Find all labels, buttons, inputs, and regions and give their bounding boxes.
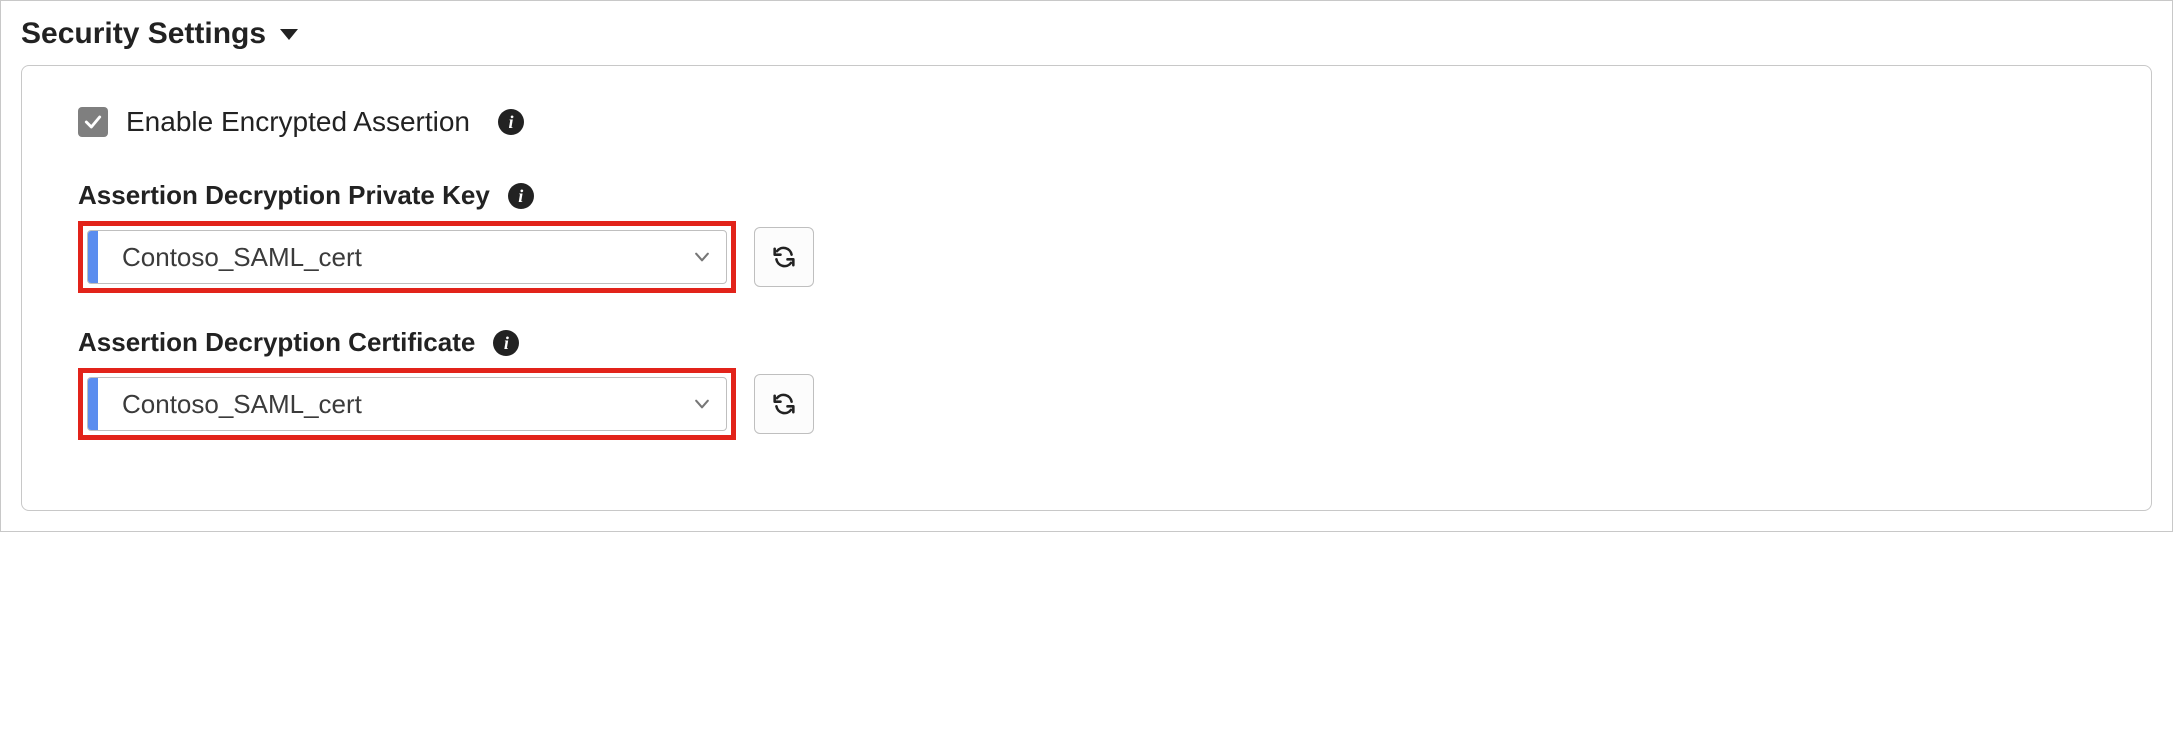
checkmark-icon [83,112,103,132]
certificate-label: Assertion Decryption Certificate [78,327,475,358]
highlight-box: Contoso_SAML_cert [78,221,736,293]
select-accent-bar [88,231,98,283]
certificate-field: Assertion Decryption Certificate i Conto… [78,327,2095,440]
highlight-box: Contoso_SAML_cert [78,368,736,440]
enable-encrypted-label: Enable Encrypted Assertion [126,106,470,138]
certificate-select-row: Contoso_SAML_cert [78,368,2095,440]
private-key-field: Assertion Decryption Private Key i Conto… [78,180,2095,293]
private-key-select[interactable]: Contoso_SAML_cert [87,230,727,284]
private-key-label-row: Assertion Decryption Private Key i [78,180,2095,211]
refresh-icon [770,390,798,418]
private-key-label: Assertion Decryption Private Key [78,180,490,211]
certificate-select[interactable]: Contoso_SAML_cert [87,377,727,431]
section-header[interactable]: Security Settings [21,17,2152,51]
chevron-down-icon [678,231,726,283]
enable-encrypted-checkbox[interactable] [78,107,108,137]
chevron-down-icon [678,378,726,430]
panel-outer: Security Settings Enable Encrypted Asser… [0,0,2173,532]
info-icon[interactable]: i [508,183,534,209]
private-key-refresh-button[interactable] [754,227,814,287]
certificate-value: Contoso_SAML_cert [98,378,678,430]
info-icon[interactable]: i [493,330,519,356]
section-body: Enable Encrypted Assertion i Assertion D… [21,65,2152,511]
private-key-value: Contoso_SAML_cert [98,231,678,283]
private-key-select-row: Contoso_SAML_cert [78,221,2095,293]
info-icon[interactable]: i [498,109,524,135]
select-accent-bar [88,378,98,430]
certificate-refresh-button[interactable] [754,374,814,434]
caret-down-icon [280,29,298,40]
refresh-icon [770,243,798,271]
section-title: Security Settings [21,17,266,51]
certificate-label-row: Assertion Decryption Certificate i [78,327,2095,358]
enable-encrypted-row: Enable Encrypted Assertion i [78,106,2095,138]
